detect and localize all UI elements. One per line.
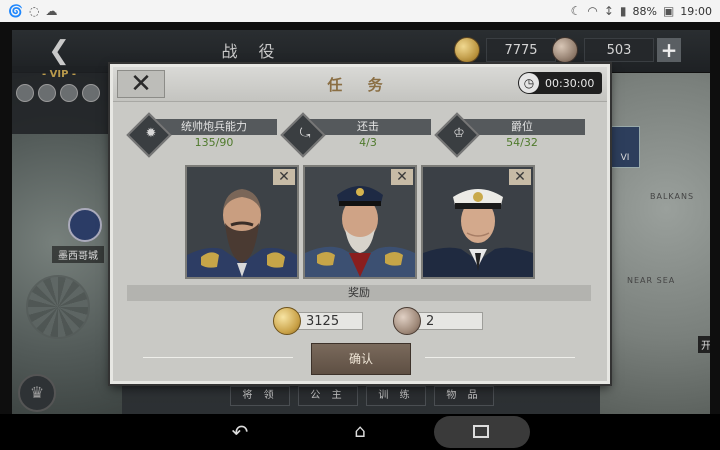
close-button[interactable]: ✕: [117, 70, 165, 98]
dialog-header: ✕ 任 务 ◷ 00:30:00: [113, 67, 607, 102]
reward-amount: 2: [417, 312, 483, 330]
image-icon: ▣: [662, 4, 675, 18]
confirm-button[interactable]: 确认: [311, 343, 411, 375]
requirements-row: 统帅炮兵能力 135/90 ✹ 还击 4/3 ⤿ 爵位 54/32 ♔: [126, 112, 585, 158]
remove-portrait-button[interactable]: ✕: [509, 169, 531, 185]
bottom-menu: 将 领 公 主 训 练 物 品: [230, 386, 494, 406]
mission-timer: ◷ 00:30:00: [518, 72, 602, 94]
back-button[interactable]: ❮: [34, 36, 84, 66]
medal-icon: [393, 307, 421, 335]
trophy-button[interactable]: ♛: [18, 374, 56, 412]
dialog-title: 任 务: [327, 76, 393, 94]
vip-panel[interactable]: - VIP -: [12, 66, 108, 134]
wifi-icon: ◠: [587, 4, 598, 18]
divider-right: [425, 357, 575, 358]
city-marker-icon[interactable]: [68, 208, 102, 242]
home-icon: ⌂: [354, 421, 366, 442]
recents-button[interactable]: [434, 416, 530, 448]
requirement-counterattack: 还击 4/3 ⤿: [280, 112, 431, 158]
requirement-value: 135/90: [194, 136, 234, 149]
vip-badge-icon: [16, 84, 34, 102]
notification-icon: ◌: [28, 4, 40, 18]
battery-percent: 88%: [632, 4, 657, 18]
timer-value: 00:30:00: [545, 76, 595, 90]
requirement-artillery: 统帅炮兵能力 135/90 ✹: [126, 112, 277, 158]
app-notification-icon: 🌀: [8, 4, 23, 18]
portrait-bearded-general[interactable]: ✕: [185, 165, 299, 279]
requirement-value: 4/3: [359, 136, 377, 149]
portrait-white-bearded-officer[interactable]: ✕: [303, 165, 417, 279]
home-button[interactable]: ⌂: [342, 414, 378, 450]
navigation-bar: ↶ ⌂: [0, 414, 720, 450]
coins-value: 7775: [486, 38, 556, 62]
vip-icons: [16, 84, 100, 102]
signal-icon: ↕: [603, 4, 614, 18]
portrait-naval-officer[interactable]: ✕: [421, 165, 535, 279]
reward-amount: 3125: [297, 312, 363, 330]
compass-rose-icon: [26, 275, 90, 339]
vip-badge-icon: [38, 84, 56, 102]
region-badge[interactable]: VI: [610, 126, 640, 168]
map-region-label: BALKANS: [650, 192, 695, 201]
divider-left: [143, 357, 293, 358]
map-side-label[interactable]: 开: [698, 336, 710, 353]
trophy-icon: ♛: [29, 383, 45, 402]
menu-items[interactable]: 物 品: [434, 386, 494, 406]
cloud-icon: ☁: [45, 4, 58, 18]
mission-dialog: ✕ 任 务 ◷ 00:30:00 统帅炮兵能力 135/90 ✹ 还击 4/3 …: [110, 64, 610, 384]
status-bar-right: ☾ ◠ ↕ ▮ 88% ▣ 19:00: [571, 5, 712, 18]
reward-heading: 奖励: [127, 285, 591, 301]
medals-counter: 503: [552, 37, 654, 63]
chevron-left-icon: ❮: [48, 36, 70, 66]
do-not-disturb-icon: ☾: [570, 4, 582, 18]
battery-icon: ▮: [619, 4, 627, 18]
menu-generals[interactable]: 将 领: [230, 386, 290, 406]
remove-portrait-button[interactable]: ✕: [391, 169, 413, 185]
reward-coins: 3125: [273, 307, 363, 335]
counterattack-icon: ⤿: [299, 126, 311, 141]
general-portraits: ✕ ✕ ✕: [185, 165, 535, 279]
medal-icon: [552, 37, 578, 63]
reward-medals: 2: [393, 307, 483, 335]
requirement-value: 54/32: [506, 136, 538, 149]
vip-label: - VIP -: [42, 69, 77, 80]
coin-icon: [273, 307, 301, 335]
status-bar-left: 🌀 ◌ ☁: [8, 5, 57, 17]
remove-portrait-button[interactable]: ✕: [273, 169, 295, 185]
vip-badge-icon: [82, 84, 100, 102]
back-nav-button[interactable]: ↶: [222, 414, 258, 450]
requirement-rank: 爵位 54/32 ♔: [434, 112, 585, 158]
map-right: [600, 72, 710, 414]
map-sea-label: NEAR SEA: [627, 276, 676, 285]
coins-counter: 7775: [454, 37, 556, 63]
page-title: 战 役: [221, 42, 283, 61]
menu-princess[interactable]: 公 主: [298, 386, 358, 406]
medals-value: 503: [584, 38, 654, 62]
coin-icon: [454, 37, 480, 63]
crown-icon: ♔: [453, 126, 465, 141]
recents-icon: [473, 425, 489, 438]
rewards-row: 3125 2: [273, 307, 483, 335]
city-label[interactable]: 墨西哥城: [52, 246, 104, 263]
status-bar: 🌀 ◌ ☁ ☾ ◠ ↕ ▮ 88% ▣ 19:00: [0, 0, 720, 22]
add-currency-button[interactable]: +: [657, 38, 681, 62]
close-icon: ✕: [130, 69, 152, 99]
menu-training[interactable]: 训 练: [366, 386, 426, 406]
back-arrow-icon: ↶: [231, 420, 249, 444]
clock-icon: ◷: [519, 73, 539, 93]
vip-badge-icon: [60, 84, 78, 102]
clock-time: 19:00: [680, 4, 712, 18]
cannon-icon: ✹: [145, 126, 157, 141]
